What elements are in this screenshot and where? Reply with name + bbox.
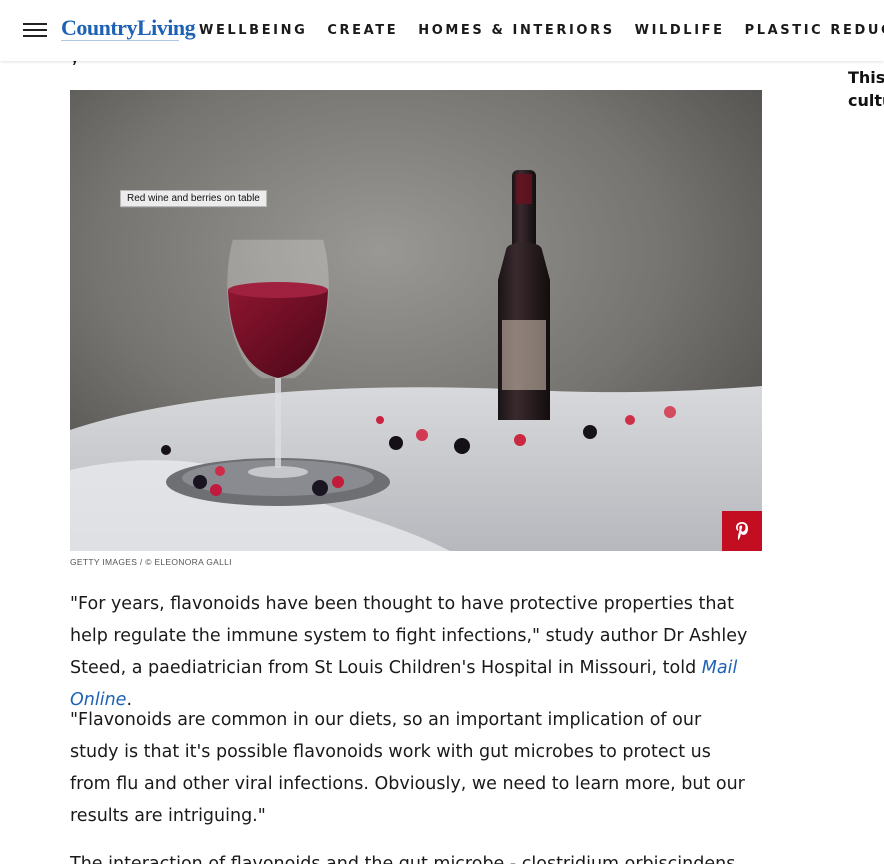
site-logo[interactable]: CountryLiving	[61, 15, 196, 41]
wine-photo-illustration	[70, 90, 762, 551]
hamburger-menu-icon[interactable]	[23, 23, 47, 37]
right-rail-teaser[interactable]: This cultu	[848, 66, 884, 112]
previous-paragraph-text: y	[70, 61, 80, 65]
nav-item-wellbeing[interactable]: WELLBEING	[199, 23, 307, 38]
article-image: Red wine and berries on table	[70, 90, 762, 551]
image-alt-tag: Red wine and berries on table	[120, 190, 267, 207]
main-nav: WELLBEING CREATE HOMES & INTERIORS WILDL…	[199, 23, 884, 38]
article-paragraph-3: The interaction of flavonoids and the gu…	[70, 854, 736, 864]
previous-paragraph-fragment: y	[70, 61, 90, 65]
teaser-title-line-2: cultu	[848, 91, 884, 110]
pinterest-icon	[736, 522, 748, 540]
nav-item-wildlife[interactable]: WILDLIFE	[635, 23, 725, 38]
nav-item-plastic-reduction[interactable]: PLASTIC REDUCTION	[745, 23, 884, 38]
logo-underline	[61, 40, 179, 41]
image-credit: GETTY IMAGES / © ELEONORA GALLI	[70, 557, 232, 567]
teaser-title-line-1: This	[848, 68, 884, 87]
pinterest-button[interactable]	[722, 511, 762, 551]
nav-item-create[interactable]: CREATE	[327, 23, 398, 38]
article-paragraph-1: "For years, flavonoids have been thought…	[70, 588, 750, 716]
paragraph-1-text: "For years, flavonoids have been thought…	[70, 594, 748, 678]
site-header: CountryLiving WELLBEING CREATE HOMES & I…	[0, 0, 884, 61]
nav-item-homes-interiors[interactable]: HOMES & INTERIORS	[418, 23, 614, 38]
article-paragraph-2: "Flavonoids are common in our diets, so …	[70, 710, 745, 826]
